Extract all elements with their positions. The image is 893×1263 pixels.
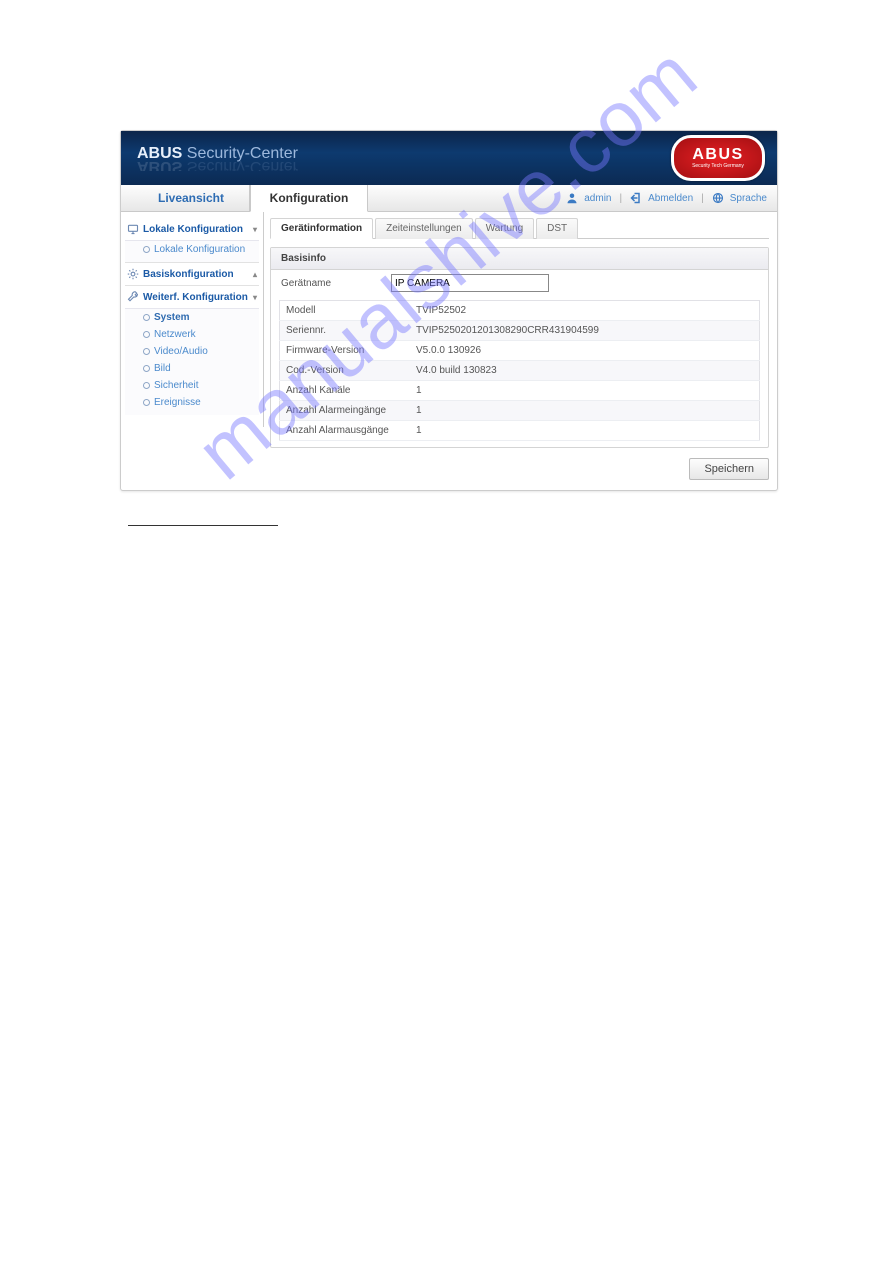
subtab-time-settings[interactable]: Zeiteinstellungen	[375, 218, 473, 239]
sidebar-group-local[interactable]: Lokale Konfiguration ▾	[125, 218, 259, 240]
sidebar-group-advanced-label: Weiterf. Konfiguration	[143, 292, 248, 303]
brand-logo: ABUS Security Tech Germany	[671, 135, 765, 181]
info-value: TVIP5250201201308290CRR431904599	[410, 321, 760, 341]
sidebar-group-advanced[interactable]: Weiterf. Konfiguration ▾	[125, 286, 259, 308]
logout-link[interactable]: Abmelden	[648, 193, 693, 204]
table-row: Cod.-VersionV4.0 build 130823	[280, 361, 760, 381]
user-link[interactable]: admin	[584, 193, 611, 204]
device-info-table: ModellTVIP52502 Seriennr.TVIP52502012013…	[279, 300, 760, 441]
subtab-maintenance[interactable]: Wartung	[475, 218, 534, 239]
info-value: TVIP52502	[410, 301, 760, 321]
topbar-right: admin | Abmelden | Sprache	[566, 185, 777, 211]
info-value: V4.0 build 130823	[410, 361, 760, 381]
info-key: Modell	[280, 301, 411, 321]
user-icon	[566, 192, 578, 204]
sidebar-item-video-audio[interactable]: Video/Audio	[125, 343, 259, 360]
divider	[128, 525, 278, 526]
content-subtabs: Gerätinformation Zeiteinstellungen Wartu…	[270, 218, 769, 239]
gear-icon	[127, 268, 139, 280]
sidebar-item-security[interactable]: Sicherheit	[125, 377, 259, 394]
info-value: 1	[410, 421, 760, 441]
table-row: Firmware-VersionV5.0.0 130926	[280, 341, 760, 361]
table-row: Anzahl Alarmeingänge1	[280, 401, 760, 421]
sidebar-group-local-label: Lokale Konfiguration	[143, 224, 243, 235]
bullet-icon	[143, 399, 150, 406]
bullet-icon	[143, 382, 150, 389]
table-row: Anzahl Alarmausgänge1	[280, 421, 760, 441]
table-row: ModellTVIP52502	[280, 301, 760, 321]
tab-liveview[interactable]: Liveansicht	[133, 185, 250, 211]
language-link[interactable]: Sprache	[730, 193, 767, 204]
bullet-icon	[143, 365, 150, 372]
bullet-icon	[143, 348, 150, 355]
sidebar-item-local-config[interactable]: Lokale Konfiguration	[125, 241, 259, 258]
subtab-device-info[interactable]: Gerätinformation	[270, 218, 373, 239]
brand-light: Security-Center	[187, 145, 298, 162]
info-value: 1	[410, 401, 760, 421]
bullet-icon	[143, 314, 150, 321]
chevron-up-icon: ▴	[253, 270, 257, 279]
wrench-icon	[127, 291, 139, 303]
brand-block: ABUS Security-Center ABUS Security-Cente…	[137, 145, 298, 171]
brand-logo-text: ABUS	[692, 147, 743, 163]
info-value: V5.0.0 130926	[410, 341, 760, 361]
sidebar-group-basic[interactable]: Basiskonfiguration ▴	[125, 263, 259, 285]
app-header: ABUS Security-Center ABUS Security-Cente…	[121, 131, 777, 185]
save-button[interactable]: Speichern	[689, 458, 769, 480]
chevron-down-icon: ▾	[253, 225, 257, 234]
info-key: Anzahl Alarmausgänge	[280, 421, 411, 441]
info-key: Anzahl Alarmeingänge	[280, 401, 411, 421]
info-key: Anzahl Kanäle	[280, 381, 411, 401]
chevron-down-icon: ▾	[253, 293, 257, 302]
sidebar-item-system[interactable]: System	[125, 309, 259, 326]
content-area: Gerätinformation Zeiteinstellungen Wartu…	[264, 212, 777, 490]
info-key: Cod.-Version	[280, 361, 411, 381]
bullet-icon	[143, 246, 150, 253]
device-name-input[interactable]	[391, 274, 549, 292]
info-key: Firmware-Version	[280, 341, 411, 361]
sidebar-item-events[interactable]: Ereignisse	[125, 394, 259, 411]
sidebar: Lokale Konfiguration ▾ Lokale Konfigurat…	[121, 212, 264, 427]
info-key: Seriennr.	[280, 321, 411, 341]
table-row: Seriennr.TVIP5250201201308290CRR43190459…	[280, 321, 760, 341]
info-value: 1	[410, 381, 760, 401]
bullet-icon	[143, 331, 150, 338]
device-name-label: Gerätname	[281, 278, 391, 289]
brand-logo-sub: Security Tech Germany	[692, 164, 744, 169]
subtab-dst[interactable]: DST	[536, 218, 578, 239]
sidebar-item-network[interactable]: Netzwerk	[125, 326, 259, 343]
main-tabbar: Liveansicht Konfiguration admin | Abmeld…	[121, 185, 777, 212]
sidebar-item-image[interactable]: Bild	[125, 360, 259, 377]
table-row: Anzahl Kanäle1	[280, 381, 760, 401]
basic-info-panel: Basisinfo Gerätname ModellTVIP52502 Seri…	[270, 247, 769, 448]
globe-icon	[712, 192, 724, 204]
sidebar-group-basic-label: Basiskonfiguration	[143, 269, 234, 280]
brand-strong: ABUS	[137, 145, 182, 162]
logout-icon	[630, 192, 642, 204]
app-window: ABUS Security-Center ABUS Security-Cente…	[120, 130, 778, 491]
monitor-icon	[127, 223, 139, 235]
panel-title: Basisinfo	[271, 248, 768, 270]
tab-configuration[interactable]: Konfiguration	[250, 185, 368, 212]
